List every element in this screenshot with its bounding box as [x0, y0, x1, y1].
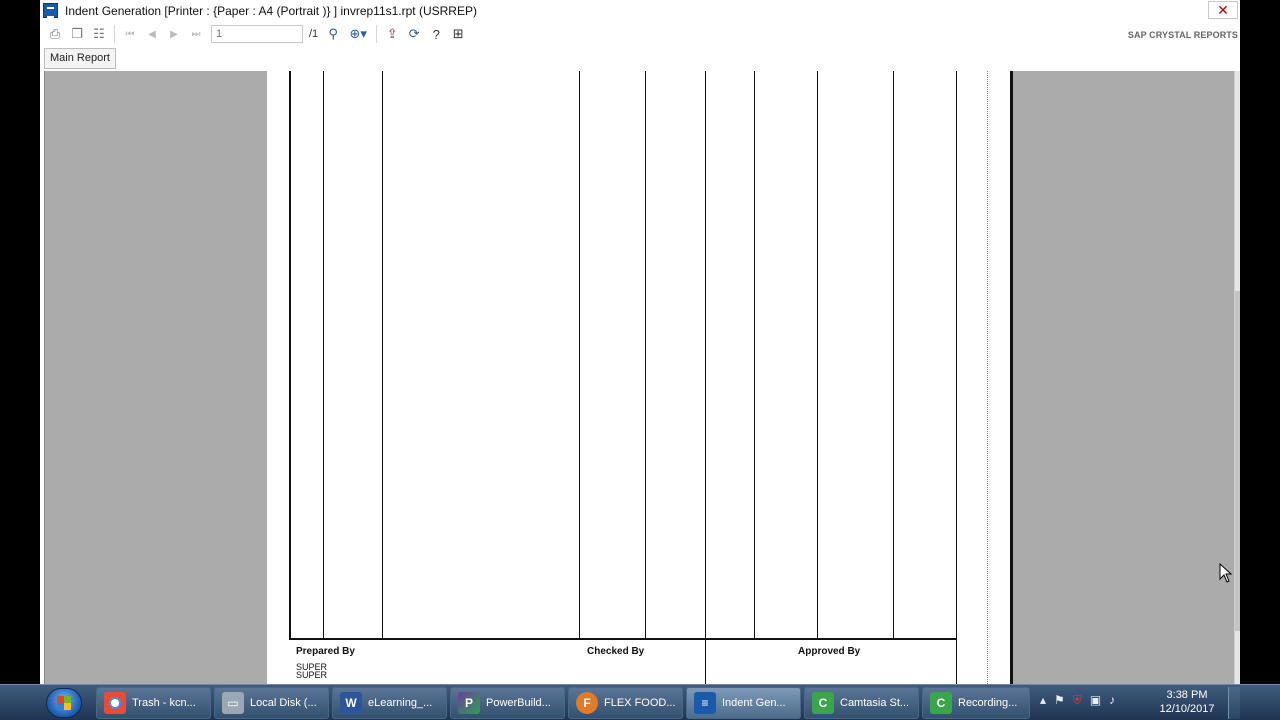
taskbar-item[interactable]: C Recording... — [922, 687, 1030, 719]
table-column-line — [754, 71, 755, 638]
table-column-line — [956, 71, 957, 684]
network-icon[interactable]: ▣ — [1090, 693, 1101, 708]
crystal-report-app-icon — [43, 3, 58, 18]
sap-crystal-reports-brand: SAP CRYSTAL REPORTS — [1127, 30, 1238, 40]
zoom-icon[interactable]: ⊕▾ — [344, 23, 372, 45]
table-column-line — [382, 71, 383, 638]
prepared-by-value: SUPER — [296, 670, 328, 680]
toolbar-separator — [376, 25, 378, 43]
page-total: /1 — [309, 28, 319, 40]
drive-icon: ▭ — [222, 692, 244, 714]
tab-main-report[interactable]: Main Report — [44, 48, 116, 69]
window-title: Indent Generation [Printer : {Paper : A4… — [65, 3, 477, 18]
clock-date: 12/10/2017 — [1159, 703, 1215, 715]
report-viewer-window: Indent Generation [Printer : {Paper : A4… — [40, 0, 1240, 684]
windows-taskbar: Trash - kcn... ▭ Local Disk (... W eLear… — [0, 684, 1280, 720]
find-icon[interactable]: ⚲ — [322, 23, 344, 45]
taskbar-item[interactable]: F FLEX FOOD... — [568, 687, 683, 719]
word-icon: W — [340, 692, 362, 714]
drilldown-icon[interactable]: ⊞ — [447, 23, 469, 45]
table-column-line — [645, 71, 646, 638]
group-tree-icon[interactable]: ☷ — [88, 23, 110, 45]
last-page-icon[interactable]: ⏭ — [185, 23, 207, 45]
prepared-by-label: Prepared By — [296, 646, 355, 657]
camtasia-icon: C — [812, 692, 834, 714]
title-bar: Indent Generation [Printer : {Paper : A4… — [40, 0, 1240, 21]
taskbar-clock[interactable]: 3:38 PM 12/10/2017 — [1152, 688, 1222, 716]
table-column-line — [705, 71, 706, 684]
tray-expand-icon[interactable]: ▴ — [1040, 693, 1046, 708]
taskbar-item[interactable]: C Camtasia St... — [804, 687, 919, 719]
toolbar-separator — [114, 25, 115, 43]
clock-time: 3:38 PM — [1166, 689, 1208, 701]
export-icon[interactable]: ⇪ — [381, 23, 403, 45]
checked-by-label: Checked By — [587, 646, 645, 657]
taskbar-item[interactable]: ▭ Local Disk (... — [214, 687, 329, 719]
print-icon[interactable]: ⎙ — [44, 23, 66, 45]
help-icon[interactable]: ? — [425, 23, 447, 45]
table-column-line — [289, 71, 291, 638]
table-column-line — [579, 71, 580, 638]
vertical-scrollbar[interactable] — [1234, 71, 1240, 684]
approved-by-label: Approved By — [798, 646, 861, 657]
mouse-cursor-icon — [1219, 563, 1233, 583]
table-bottom-line — [289, 638, 957, 640]
flag-icon[interactable]: ⚑ — [1054, 693, 1065, 708]
taskbar-item[interactable]: Trash - kcn... — [96, 687, 211, 719]
crystal-icon: ≡ — [694, 692, 716, 714]
report-canvas: Prepared By SUPER SUPER Checked By Appro… — [44, 71, 1234, 684]
table-column-line — [817, 71, 818, 638]
taskbar-item[interactable]: W eLearning_... — [332, 687, 447, 719]
start-button[interactable] — [46, 688, 82, 718]
volume-icon[interactable]: ♪ — [1109, 693, 1115, 708]
page-number-input[interactable] — [211, 25, 303, 43]
shield-icon[interactable]: ⛨ — [1073, 693, 1082, 708]
scrollbar-thumb[interactable] — [1235, 291, 1240, 631]
first-page-icon[interactable]: ⏮ — [119, 23, 141, 45]
taskbar-item[interactable]: P PowerBuild... — [450, 687, 565, 719]
viewer-toolbar: ⎙ ❐ ☷ ⏮ ◀ ▶ ⏭ /1 ⚲ ⊕▾ ⇪ ⟳ ? ⊞ SAP CRYSTA… — [40, 21, 1240, 47]
refresh-icon[interactable]: ⟳ — [403, 23, 425, 45]
copy-icon[interactable]: ❐ — [66, 23, 88, 45]
table-column-line — [893, 71, 894, 638]
show-desktop-button[interactable] — [1228, 687, 1240, 719]
previous-page-icon[interactable]: ◀ — [141, 23, 163, 45]
taskbar-item[interactable]: ≡ Indent Gen... — [686, 687, 801, 719]
close-button[interactable]: ✕ — [1208, 1, 1238, 19]
table-column-line — [323, 71, 324, 638]
flex-icon: F — [576, 692, 598, 714]
system-tray: ▴ ⚑ ⛨ ▣ ♪ — [1040, 693, 1115, 708]
page-margin-guide — [987, 71, 988, 684]
recorder-icon: C — [930, 692, 952, 714]
report-tab-bar: Main Report — [40, 47, 1240, 71]
next-page-icon[interactable]: ▶ — [163, 23, 185, 45]
report-page: Prepared By SUPER SUPER Checked By Appro… — [267, 71, 1013, 684]
powerbuilder-icon: P — [458, 692, 480, 714]
chrome-icon — [104, 692, 126, 714]
